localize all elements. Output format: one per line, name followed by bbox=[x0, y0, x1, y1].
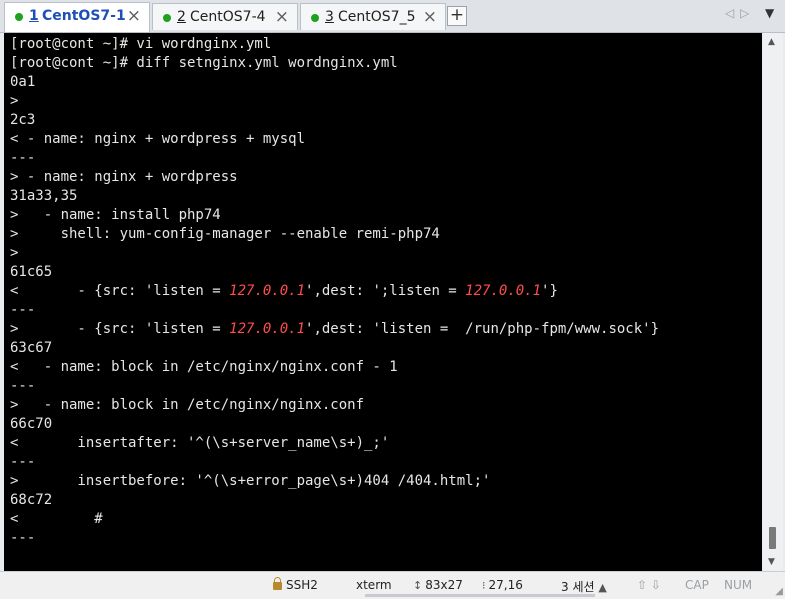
cursor-position: 27,16 bbox=[488, 578, 523, 592]
tab-bar: 1 CentOS7-1 × 2 CentOS7-4 × 3 CentOS7_5 … bbox=[0, 0, 785, 33]
tab-number: 2 bbox=[177, 9, 186, 25]
horizontal-scrollbar[interactable] bbox=[365, 594, 595, 597]
tab-title: CentOS7_5 bbox=[338, 9, 416, 25]
add-tab-button[interactable]: + bbox=[447, 6, 467, 26]
tab-list-dropdown-icon[interactable]: ▼ bbox=[765, 6, 774, 20]
session-up-icon[interactable]: ▲ bbox=[598, 581, 606, 594]
vertical-scrollbar[interactable]: ▲ ▼ bbox=[763, 33, 783, 571]
session-count-status[interactable]: 3 세션 ▲ bbox=[561, 578, 610, 595]
resize-icon: ↕ bbox=[413, 579, 423, 592]
scrollbar-thumb[interactable] bbox=[769, 527, 776, 549]
tab-scroll-left-icon[interactable]: ◁ bbox=[725, 6, 734, 20]
terminal-line: 0a1 bbox=[10, 74, 36, 90]
scroll-up-icon[interactable]: ▲ bbox=[768, 37, 775, 47]
close-tab-icon[interactable]: × bbox=[423, 7, 437, 27]
terminal-line: > shell: yum-config-manager --enable rem… bbox=[10, 226, 440, 242]
terminal-line: 63c67 bbox=[10, 340, 53, 356]
terminal-size-status: ↕ 83x27 bbox=[413, 578, 463, 592]
terminal-line: > - name: block in /etc/nginx/nginx.conf bbox=[10, 397, 365, 413]
scroll-down-icon[interactable]: ▼ bbox=[768, 557, 775, 567]
terminal-line: > - name: nginx + wordpress bbox=[10, 169, 238, 185]
upload-download-icons: ⇧ ⇩ bbox=[637, 578, 661, 592]
resize-grip-icon[interactable]: ◢ bbox=[775, 586, 783, 597]
tab-centos7-4[interactable]: 2 CentOS7-4 × bbox=[152, 3, 298, 30]
terminal-line: [root@cont ~]# vi wordnginx.yml bbox=[10, 36, 272, 52]
session-count: 3 세션 bbox=[561, 580, 595, 594]
connected-status-icon bbox=[163, 14, 171, 22]
terminal-line: > - name: install php74 bbox=[10, 207, 221, 223]
terminal-size: 83x27 bbox=[425, 578, 463, 592]
terminal-line: 68c72 bbox=[10, 492, 53, 508]
tab-scroll-right-icon[interactable]: ▷ bbox=[740, 6, 749, 20]
terminal-line: > bbox=[10, 245, 19, 261]
terminal-screen[interactable]: [root@cont ~]# vi wordnginx.yml [root@con… bbox=[4, 33, 762, 571]
connected-status-icon bbox=[15, 13, 23, 21]
terminal-line: --- bbox=[10, 530, 36, 546]
terminal-line: --- bbox=[10, 378, 36, 394]
connected-status-icon bbox=[311, 14, 319, 22]
terminal-line: < - name: block in /etc/nginx/nginx.conf… bbox=[10, 359, 398, 375]
terminal-line: 66c70 bbox=[10, 416, 53, 432]
tab-number: 3 bbox=[325, 9, 334, 25]
terminal-line: > - {src: 'listen = 127.0.0.1',dest: 'li… bbox=[10, 321, 660, 337]
protocol-status: SSH2 bbox=[273, 577, 318, 592]
terminal-line: [root@cont ~]# diff setnginx.yml wordngi… bbox=[10, 55, 398, 71]
terminal-line: < # bbox=[10, 511, 103, 527]
num-lock-indicator: NUM bbox=[724, 578, 753, 592]
tab-title: CentOS7-4 bbox=[190, 9, 266, 25]
tab-centos7-1[interactable]: 1 CentOS7-1 × bbox=[4, 2, 150, 32]
terminal-line: 2c3 bbox=[10, 112, 36, 128]
tab-number: 1 bbox=[29, 8, 39, 24]
terminal-line: --- bbox=[10, 302, 36, 318]
close-tab-icon[interactable]: × bbox=[127, 6, 141, 26]
terminal-line: 31a33,35 bbox=[10, 188, 78, 204]
tab-title: CentOS7-1 bbox=[42, 8, 126, 24]
terminal-line: < - {src: 'listen = 127.0.0.1',dest: ';l… bbox=[10, 283, 558, 299]
terminal-line: --- bbox=[10, 454, 36, 470]
terminal-type: xterm bbox=[356, 578, 392, 592]
terminal-line: < - name: nginx + wordpress + mysql bbox=[10, 131, 306, 147]
cursor-icon: ⁝ bbox=[482, 579, 486, 592]
terminal-line: --- bbox=[10, 150, 36, 166]
protocol-label: SSH2 bbox=[286, 578, 318, 592]
tab-centos7-5[interactable]: 3 CentOS7_5 × bbox=[300, 3, 446, 30]
close-tab-icon[interactable]: × bbox=[275, 7, 289, 27]
lock-icon bbox=[273, 577, 282, 590]
terminal-line: > bbox=[10, 93, 19, 109]
status-bar: SSH2 xterm ↕ 83x27 ⁝ 27,16 3 세션 ▲ ⇧ ⇩ CAP … bbox=[0, 571, 785, 599]
terminal-line: < insertafter: '^(\s+server_name\s+)_;' bbox=[10, 435, 390, 451]
cursor-position-status: ⁝ 27,16 bbox=[482, 578, 523, 592]
terminal-line: > insertbefore: '^(\s+error_page\s+)404 … bbox=[10, 473, 491, 489]
terminal-line: 61c65 bbox=[10, 264, 53, 280]
caps-lock-indicator: CAP bbox=[685, 578, 709, 592]
